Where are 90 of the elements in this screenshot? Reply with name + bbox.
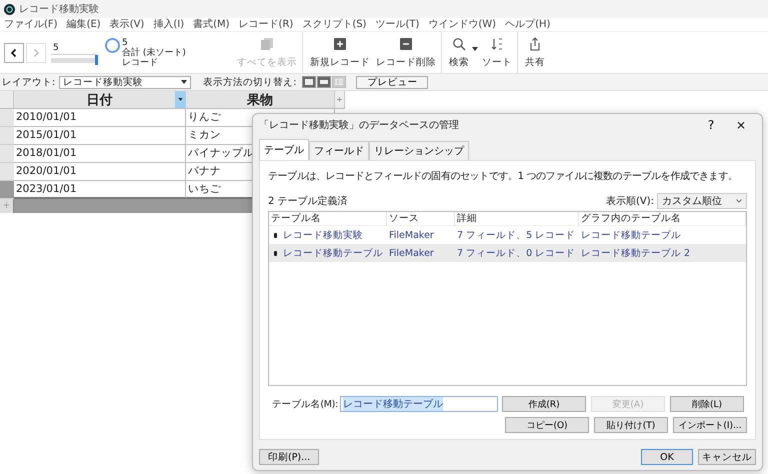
dialog-button[interactable]: 貼り付け(T): [594, 417, 668, 433]
table-cell: 2020/01/01: [14, 163, 186, 181]
row-handle[interactable]: [0, 127, 14, 145]
column-header[interactable]: 果物: [186, 91, 335, 109]
menu-item[interactable]: スクリプト(S): [302, 18, 366, 31]
minus-square-icon: [399, 36, 413, 50]
record-status: 合計 (未ソート): [122, 48, 187, 58]
form-view-icon: [305, 79, 314, 85]
progress-ring-icon: [105, 38, 120, 53]
record-count: 5: [122, 38, 128, 48]
menu-item[interactable]: 挿入(I): [153, 18, 184, 31]
table-name-label: テーブル名(M):: [270, 398, 338, 410]
slider-thumb[interactable]: [95, 54, 98, 64]
list-cell-text: レコード移動実験: [282, 228, 363, 242]
preview-button[interactable]: プレビュー: [356, 76, 428, 88]
menu-item[interactable]: レコード(R): [238, 18, 294, 31]
caret-icon: [472, 47, 478, 51]
list-view-icon: [320, 79, 328, 85]
column-header[interactable]: 日付: [14, 91, 186, 109]
record-unit: レコード: [122, 58, 159, 68]
list-cell-text: 7 フィールド、5 レコード: [456, 228, 576, 242]
toolbar-button[interactable]: ソート: [479, 32, 515, 73]
list-cell-text: FileMaker: [388, 230, 435, 240]
column-menu-button[interactable]: [175, 91, 185, 108]
toolbar-button[interactable]: 検索: [446, 32, 479, 73]
list-cell-text: レコード移動テーブル 2: [580, 246, 692, 260]
search-icon: [452, 36, 466, 50]
table-cell: 2018/01/01: [14, 145, 186, 163]
list-column-header[interactable]: ソース: [387, 212, 455, 226]
menu-item[interactable]: ウインドウ(W): [428, 18, 496, 31]
tab[interactable]: テーブル: [259, 139, 309, 160]
sort-order-label: 表示順(V):: [606, 194, 654, 208]
close-button[interactable]: ×: [726, 118, 756, 132]
back-button[interactable]: [4, 42, 24, 62]
view-mode-button[interactable]: [317, 76, 332, 88]
chevron-right-icon: [31, 48, 41, 58]
stack-icon: [260, 36, 274, 50]
toolbar-button[interactable]: 共有: [522, 32, 548, 73]
sort-arrows-icon: [490, 36, 504, 50]
dialog-button[interactable]: インポート(I)...: [673, 417, 747, 433]
share-icon: [528, 36, 542, 50]
dialog-button[interactable]: コピー(O): [505, 417, 589, 433]
layout-label: レイアウト:: [2, 76, 56, 88]
list-cell-text: FileMaker: [388, 248, 435, 258]
table-view-icon: [335, 79, 344, 85]
list-column-header[interactable]: グラフ内のテーブル名: [579, 212, 746, 226]
row-handle[interactable]: [0, 163, 14, 181]
window-title: レコード移動実験: [19, 2, 99, 16]
row-handle[interactable]: [0, 109, 14, 127]
print-button[interactable]: 印刷(P)...: [259, 449, 320, 465]
list-row[interactable]: レコード移動テーブル FileMaker 7 フィールド、0 レコード レコード移動テーブル 2: [269, 244, 746, 262]
record-number-field[interactable]: 5: [51, 42, 97, 54]
toolbar-button[interactable]: レコード削除: [373, 32, 439, 73]
help-button[interactable]: ?: [696, 118, 726, 132]
sort-order-dropdown[interactable]: カスタム順位: [657, 193, 747, 209]
view-label: 表示方法の切り替え:: [203, 76, 296, 88]
view-mode-button[interactable]: [302, 76, 316, 88]
tab[interactable]: フィールド: [309, 141, 369, 160]
menu-item[interactable]: ツール(T): [375, 18, 420, 31]
caret-icon: [178, 98, 182, 101]
list-cell-text: レコード移動テーブル: [580, 228, 682, 242]
row-handle[interactable]: [0, 181, 14, 199]
layout-dropdown[interactable]: レコード移動実験: [59, 76, 192, 88]
list-cell-text: 7 フィールド、0 レコード: [456, 246, 576, 260]
list-column-header[interactable]: テーブル名: [269, 212, 387, 226]
list-cell-text: レコード移動テーブル: [282, 246, 383, 260]
table-cell: 2010/01/01: [14, 109, 186, 127]
chevron-icon: [736, 199, 742, 203]
drag-handle-icon[interactable]: [274, 250, 277, 256]
table-cell: 2015/01/01: [14, 127, 186, 145]
caret-icon: [181, 80, 188, 84]
dialog-button[interactable]: 作成(R): [502, 396, 586, 412]
chevron-left-icon: [9, 48, 19, 58]
menu-item[interactable]: 表示(V): [110, 18, 144, 31]
dialog-button[interactable]: 削除(L): [670, 396, 744, 412]
ok-button[interactable]: OK: [641, 449, 693, 465]
cancel-button[interactable]: キャンセル: [698, 449, 756, 465]
menu-item[interactable]: 書式(M): [193, 18, 230, 31]
list-column-header[interactable]: 詳細: [455, 212, 579, 226]
toolbar-button[interactable]: 新規レコード: [307, 32, 373, 73]
row-handle[interactable]: [0, 145, 14, 163]
menu-item[interactable]: ファイル(F): [4, 18, 58, 31]
plus-square-icon: [333, 36, 347, 50]
tab[interactable]: リレーションシップ: [369, 141, 469, 160]
drag-handle-icon[interactable]: [274, 232, 277, 238]
menu-item[interactable]: ヘルプ(H): [505, 18, 550, 31]
table-name-field[interactable]: レコード移動テーブル: [340, 396, 498, 412]
list-row[interactable]: レコード移動実験 FileMaker 7 フィールド、5 レコード レコード移動テーブル: [269, 226, 746, 244]
app-logo-icon: [4, 4, 15, 14]
menu-item[interactable]: 編集(E): [66, 18, 101, 31]
